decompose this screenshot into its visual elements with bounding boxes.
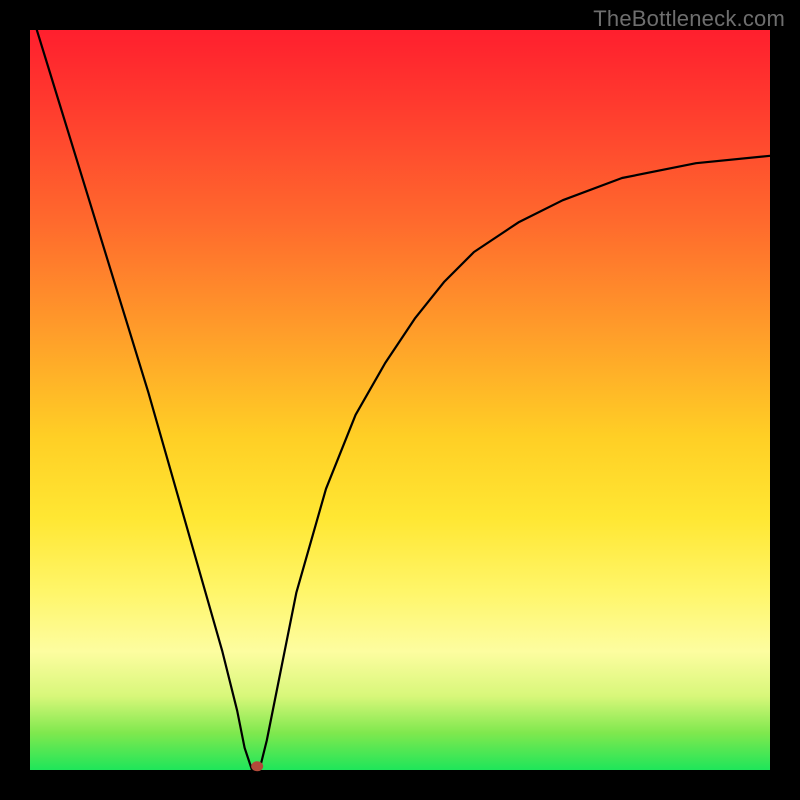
notch-marker — [251, 761, 263, 771]
bottleneck-curve — [30, 8, 770, 770]
curve-layer — [30, 30, 770, 770]
plot-area — [30, 30, 770, 770]
chart-container: TheBottleneck.com — [0, 0, 800, 800]
watermark-text: TheBottleneck.com — [593, 6, 785, 32]
